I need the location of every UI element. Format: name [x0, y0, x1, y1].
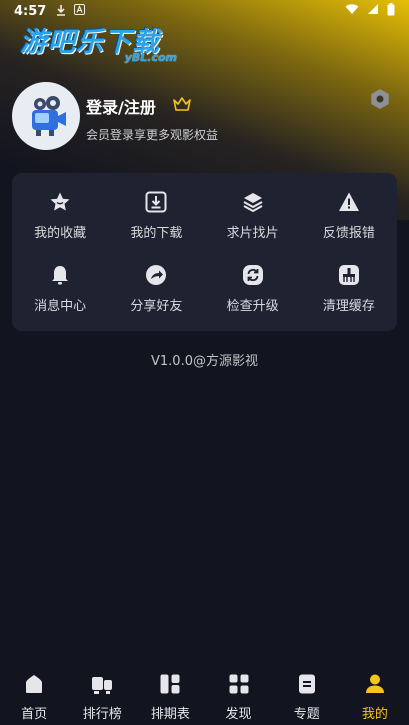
menu-item-downloads[interactable]: 我的下载: [108, 179, 204, 252]
crown-icon: [172, 96, 192, 116]
profile-section: 登录/注册 会员登录享更多观影权益: [12, 82, 397, 152]
schedule-icon: [159, 673, 181, 699]
menu-item-label: 检查升级: [226, 299, 279, 314]
notification-a-icon: [74, 4, 86, 18]
menu-item-feedback[interactable]: 反馈报错: [301, 179, 397, 252]
login-subtitle: 会员登录享更多观影权益: [86, 128, 219, 142]
menu-card: 我的收藏 我的下载 求片找片 反馈报错 消息中心 分享好友 检查升级 清理缓存: [12, 173, 397, 331]
discover-icon: [228, 673, 250, 699]
star-icon: [48, 190, 72, 214]
nav-label: 排期表: [150, 707, 190, 722]
menu-item-label: 我的收藏: [34, 226, 87, 241]
battery-icon: [387, 2, 395, 20]
menu-item-check-update[interactable]: 检查升级: [205, 252, 301, 325]
nav-label: 我的: [361, 707, 388, 722]
menu-item-request-movie[interactable]: 求片找片: [205, 179, 301, 252]
nav-label: 排行榜: [82, 707, 122, 722]
layers-icon: [241, 190, 265, 214]
menu-item-clear-cache[interactable]: 清理缓存: [301, 252, 397, 325]
menu-item-label: 反馈报错: [322, 226, 375, 241]
nav-item-schedule[interactable]: 排期表: [136, 673, 204, 722]
profile-icon: [364, 673, 386, 699]
nav-item-profile[interactable]: 我的: [341, 673, 409, 722]
menu-item-label: 清理缓存: [322, 299, 375, 314]
nav-item-discover[interactable]: 发现: [205, 673, 273, 722]
nav-item-ranking[interactable]: 排行榜: [68, 673, 136, 722]
bell-icon: [48, 263, 72, 287]
ranking-icon: [91, 673, 113, 699]
menu-item-messages[interactable]: 消息中心: [12, 252, 108, 325]
menu-item-label: 分享好友: [130, 299, 183, 314]
share-icon: [144, 263, 168, 287]
avatar[interactable]: [12, 82, 80, 150]
menu-item-favorites[interactable]: 我的收藏: [12, 179, 108, 252]
menu-item-label: 求片找片: [226, 226, 279, 241]
menu-item-label: 消息中心: [34, 299, 87, 314]
nav-item-home[interactable]: 首页: [0, 673, 68, 722]
broom-icon: [337, 263, 361, 287]
status-time: 4:57: [14, 3, 47, 19]
watermark-logo: 游吧乐下载 yBL.com: [20, 20, 185, 68]
menu-item-share[interactable]: 分享好友: [108, 252, 204, 325]
topic-icon: [296, 673, 318, 699]
login-register-link[interactable]: 登录/注册: [86, 94, 156, 118]
signal-icon: [367, 3, 379, 19]
nav-label: 首页: [21, 707, 48, 722]
version-text: V1.0.0@方源影视: [151, 354, 258, 369]
nav-label: 发现: [225, 707, 252, 722]
status-bar: 4:57: [0, 0, 409, 22]
wifi-icon: [345, 3, 359, 19]
nav-item-topic[interactable]: 专题: [273, 673, 341, 722]
camera-mascot-icon: [32, 96, 66, 136]
menu-item-label: 我的下载: [130, 226, 183, 241]
refresh-icon: [241, 263, 265, 287]
bottom-nav: 首页 排行榜 排期表 发现 专题 我的: [0, 670, 409, 725]
watermark-sub-text: yBL.com: [124, 51, 177, 64]
warning-icon: [337, 190, 361, 214]
nav-label: 专题: [293, 707, 320, 722]
settings-icon[interactable]: [369, 88, 391, 114]
home-icon: [23, 673, 45, 699]
download-icon: [144, 190, 168, 214]
download-status-icon: [56, 4, 66, 19]
